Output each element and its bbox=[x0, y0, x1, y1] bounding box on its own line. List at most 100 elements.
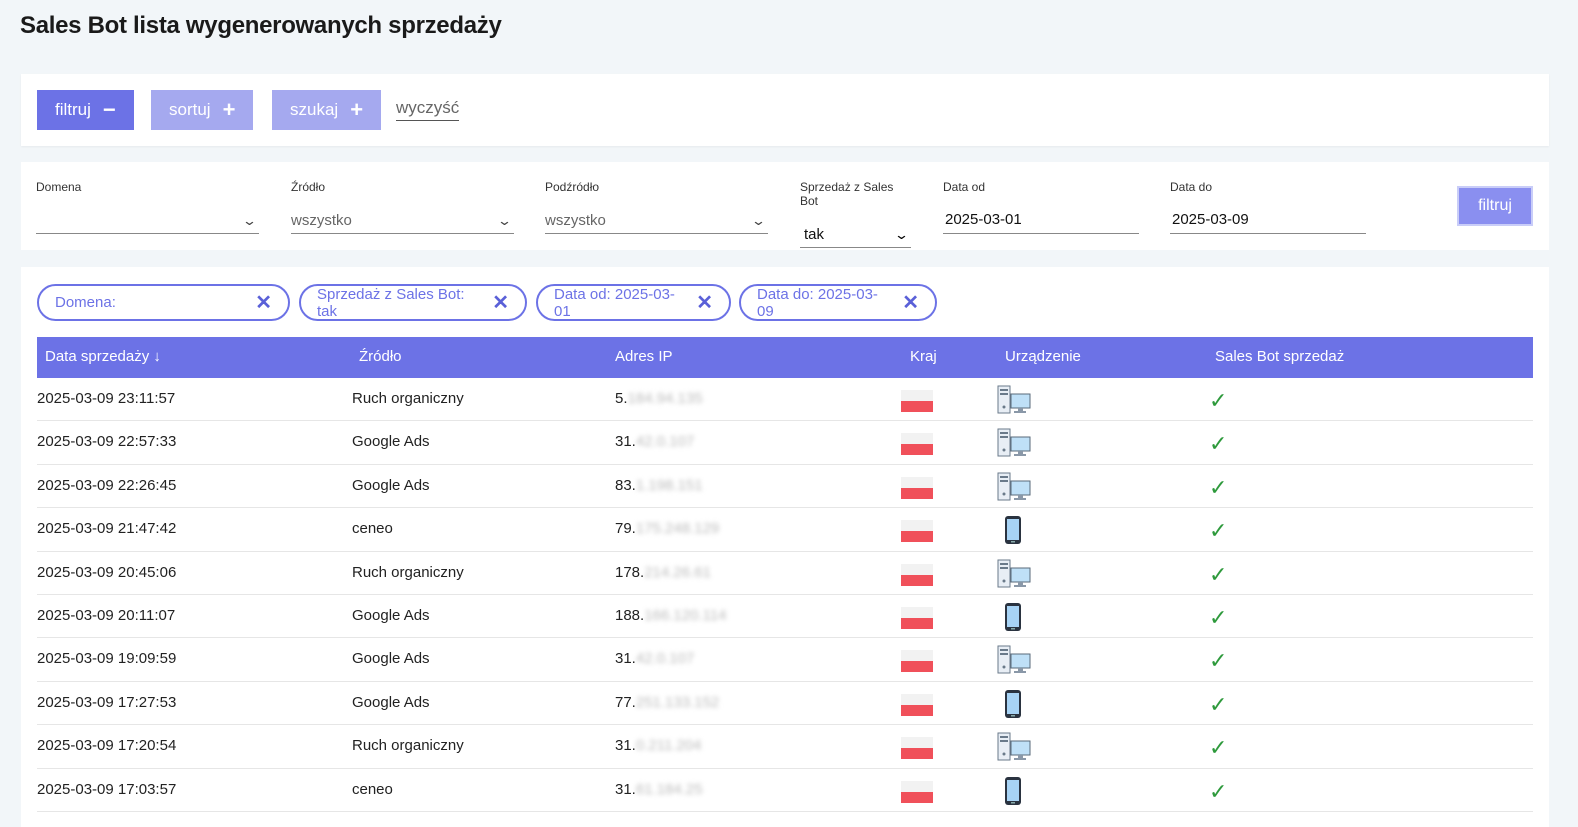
plus-icon: + bbox=[222, 97, 236, 122]
subsource-filter: Podźródło wszystko ⌄ bbox=[545, 180, 768, 234]
date-to-input[interactable]: 2025-03-09 bbox=[1170, 206, 1366, 234]
column-header-country[interactable]: Kraj bbox=[910, 348, 937, 365]
column-header-salesbot[interactable]: Sales Bot sprzedaż bbox=[1215, 348, 1344, 365]
chevron-down-icon: ⌄ bbox=[496, 212, 513, 228]
column-header-date[interactable]: Data sprzedaży ↓ bbox=[45, 348, 161, 365]
sale-date-cell: 2025-03-09 23:11:57 bbox=[37, 390, 176, 407]
table-row[interactable]: 2025-03-09 17:03:57 ceneo 31.61.184.25 ✓ bbox=[37, 769, 1533, 812]
poland-flag-icon bbox=[901, 737, 933, 760]
poland-flag-icon bbox=[901, 563, 933, 586]
column-header-source[interactable]: Źródło bbox=[359, 348, 402, 365]
column-header-ip[interactable]: Adres IP bbox=[615, 348, 673, 365]
subsource-select[interactable]: wszystko ⌄ bbox=[545, 208, 768, 234]
table-row[interactable]: 2025-03-09 22:26:45 Google Ads 83.1.198.15… bbox=[37, 465, 1533, 509]
source-cell: Ruch organiczny bbox=[352, 390, 464, 407]
poland-flag-icon bbox=[901, 520, 933, 543]
sort-toggle-label: sortuj bbox=[169, 100, 211, 119]
ip-cell: 83.1.198.151 bbox=[615, 477, 703, 494]
source-select[interactable]: wszystko ⌄ bbox=[291, 208, 514, 234]
chevron-down-icon: ⌄ bbox=[241, 212, 258, 228]
page-title: Sales Bot lista wygenerowanych sprzedaży bbox=[20, 12, 502, 39]
ip-hidden: 166.120.114 bbox=[644, 606, 727, 624]
check-icon: ✓ bbox=[1209, 431, 1228, 457]
table-row[interactable]: 2025-03-09 20:45:06 Ruch organiczny 178.21… bbox=[37, 552, 1533, 595]
sale-date-cell: 2025-03-09 19:09:59 bbox=[37, 650, 177, 668]
salesbot-filter: Sprzedaż z Sales Bot tak ⌄ bbox=[800, 180, 911, 248]
plus-icon: + bbox=[350, 97, 364, 122]
toolbar: filtruj − sortuj + szukaj + wyczyść bbox=[21, 74, 1549, 146]
table-row[interactable]: 2025-03-09 22:57:33 Google Ads 31.42.0.107… bbox=[37, 421, 1533, 465]
ip-prefix: 77. bbox=[615, 693, 636, 711]
table-row[interactable]: 2025-03-09 17:27:53 Google Ads 77.251.133.… bbox=[37, 682, 1533, 726]
check-icon: ✓ bbox=[1209, 561, 1228, 587]
poland-flag-icon bbox=[901, 433, 933, 456]
table-body: 2025-03-09 23:11:57 Ruch organiczny 5.184.… bbox=[37, 378, 1533, 812]
domain-select[interactable]: ⌄ bbox=[36, 208, 259, 234]
sale-date-cell: 2025-03-09 21:47:42 bbox=[37, 520, 177, 538]
ip-cell: 79.175.248.129 bbox=[615, 520, 719, 537]
table-row[interactable]: 2025-03-09 23:11:57 Ruch organiczny 5.184.… bbox=[37, 378, 1533, 422]
check-icon: ✓ bbox=[1209, 474, 1228, 500]
ip-prefix: 5. bbox=[615, 390, 628, 407]
table-row[interactable]: 2025-03-09 21:47:42 ceneo 79.175.248.129 ✓ bbox=[37, 508, 1533, 552]
date-to-filter: Data do 2025-03-09 bbox=[1170, 180, 1366, 234]
sort-toggle-button[interactable]: sortuj + bbox=[151, 90, 254, 130]
ip-prefix: 83. bbox=[615, 476, 636, 494]
check-icon: ✓ bbox=[1209, 388, 1228, 413]
ip-cell: 31.0.211.204 bbox=[615, 737, 701, 754]
check-icon: ✓ bbox=[1209, 604, 1228, 630]
close-icon[interactable]: ✕ bbox=[255, 290, 272, 315]
ip-hidden: 175.248.129 bbox=[635, 520, 720, 538]
subsource-filter-label: Podźródło bbox=[545, 180, 600, 194]
source-cell: Google Ads bbox=[352, 606, 430, 624]
filter-chip-domain[interactable]: Domena: ✕ bbox=[37, 284, 290, 321]
table-row[interactable]: 2025-03-09 17:20:54 Ruch organiczny 31.0.2… bbox=[37, 725, 1533, 769]
date-to-label: Data do bbox=[1170, 180, 1213, 194]
filter-chip-date-to[interactable]: Data do: 2025-03-09 ✕ bbox=[739, 284, 937, 321]
table-row[interactable]: 2025-03-09 20:11:07 Google Ads 188.166.120… bbox=[37, 595, 1533, 639]
ip-prefix: 31. bbox=[615, 650, 636, 668]
close-icon[interactable]: ✕ bbox=[492, 290, 509, 315]
ip-hidden: 1.198.151 bbox=[635, 476, 703, 494]
source-cell: Google Ads bbox=[352, 650, 430, 668]
search-toggle-button[interactable]: szukaj + bbox=[272, 90, 382, 130]
poland-flag-icon bbox=[901, 693, 933, 716]
apply-filter-button[interactable]: filtruj bbox=[1457, 186, 1533, 226]
poland-flag-icon bbox=[901, 650, 933, 673]
ip-cell: 31.61.184.25 bbox=[615, 781, 703, 798]
desktop-icon bbox=[997, 385, 1031, 415]
salesbot-select-value: tak bbox=[804, 226, 825, 243]
ip-hidden: 42.0.107 bbox=[635, 650, 695, 668]
ip-hidden: 184.94.135 bbox=[627, 390, 703, 407]
ip-hidden: 0.211.204 bbox=[635, 737, 702, 755]
mobile-icon bbox=[1002, 776, 1024, 806]
mobile-icon bbox=[1002, 602, 1024, 632]
ip-prefix: 178. bbox=[615, 563, 645, 581]
sale-date-cell: 2025-03-09 17:03:57 bbox=[37, 780, 177, 798]
source-cell: Ruch organiczny bbox=[352, 563, 464, 581]
filter-chip-label: Domena: bbox=[55, 294, 116, 311]
filter-toggle-button[interactable]: filtruj − bbox=[37, 90, 134, 130]
date-from-input[interactable]: 2025-03-01 bbox=[943, 206, 1139, 234]
sale-date-cell: 2025-03-09 17:20:54 bbox=[37, 737, 177, 755]
desktop-icon bbox=[997, 559, 1031, 589]
filter-chip-date-from[interactable]: Data od: 2025-03-01 ✕ bbox=[536, 284, 731, 321]
desktop-icon bbox=[997, 732, 1031, 762]
clear-filters-link[interactable]: wyczyść bbox=[396, 98, 460, 121]
poland-flag-icon bbox=[901, 780, 933, 803]
filter-chip-label: Data od: 2025-03-01 bbox=[554, 285, 675, 320]
sale-date-cell: 2025-03-09 22:57:33 bbox=[37, 433, 177, 451]
source-cell: Google Ads bbox=[352, 693, 430, 711]
ip-prefix: 188. bbox=[615, 606, 645, 624]
filter-chip-salesbot[interactable]: Sprzedaż z Sales Bot: tak ✕ bbox=[299, 284, 527, 321]
close-icon[interactable]: ✕ bbox=[696, 290, 713, 315]
salesbot-select[interactable]: tak ⌄ bbox=[800, 222, 911, 248]
desktop-icon bbox=[997, 472, 1031, 502]
table-row[interactable]: 2025-03-09 19:09:59 Google Ads 31.42.0.107… bbox=[37, 638, 1533, 682]
close-icon[interactable]: ✕ bbox=[902, 290, 919, 315]
search-toggle-label: szukaj bbox=[290, 100, 339, 119]
sale-date-cell: 2025-03-09 20:45:06 bbox=[37, 563, 177, 581]
column-header-device[interactable]: Urządzenie bbox=[1005, 348, 1081, 365]
poland-flag-icon bbox=[901, 476, 933, 499]
check-icon: ✓ bbox=[1209, 648, 1228, 674]
